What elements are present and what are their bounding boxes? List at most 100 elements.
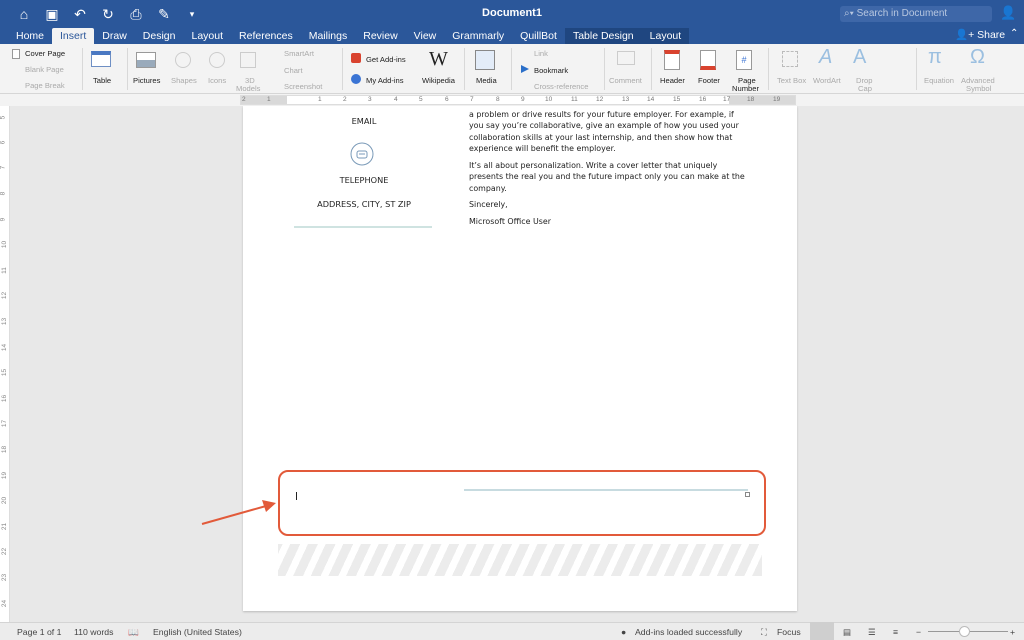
vertical-ruler[interactable]: 5 6 7 8 9 10 11 12 13 14 15 16 17 18 19 … (0, 106, 10, 622)
bookmark-button[interactable]: Bookmark (534, 66, 568, 75)
ruler-label: 19 (773, 96, 781, 103)
tab-view[interactable]: View (406, 28, 445, 44)
advanced-symbol-label-2[interactable]: Symbol (966, 84, 991, 93)
footer-button[interactable]: Footer (698, 76, 720, 85)
bookmark-icon (521, 65, 529, 73)
ruler-right-margin (729, 96, 795, 104)
search-placeholder: Search in Document (856, 8, 948, 19)
my-addins-button[interactable]: My Add-ins (366, 76, 404, 85)
tab-draw[interactable]: Draw (94, 28, 135, 44)
focus-icon: ⛶ (761, 627, 768, 637)
tab-insert[interactable]: Insert (52, 28, 95, 44)
chart-button[interactable]: Chart (284, 66, 303, 75)
link-button[interactable]: Link (534, 49, 548, 58)
ruler-label: 23 (1, 573, 9, 582)
pictures-button[interactable]: Pictures (133, 76, 160, 85)
tab-references[interactable]: References (231, 28, 301, 44)
drop-cap-label-2[interactable]: Cap (858, 84, 872, 93)
signature-text[interactable]: Microsoft Office User (469, 216, 749, 227)
ruler-label: 14 (1, 343, 9, 352)
shapes-button[interactable]: Shapes (171, 76, 197, 85)
ruler-label: 16 (1, 394, 9, 403)
my-addins-icon (351, 74, 361, 84)
zoom-out-button[interactable]: − (916, 627, 921, 637)
print-layout-button[interactable] (810, 622, 834, 640)
tab-mailings[interactable]: Mailings (301, 28, 356, 44)
draft-view-icon[interactable]: ≡ (893, 627, 898, 637)
body-paragraph-1[interactable]: a problem or drive results for your futu… (469, 109, 749, 154)
profile-icon[interactable]: 👤 (1000, 5, 1016, 21)
ruler-label: 7 (0, 165, 7, 170)
ruler-label: 17 (723, 96, 731, 103)
zoom-in-button[interactable]: + (1010, 627, 1015, 637)
3d-models-label-2[interactable]: Models (236, 84, 260, 93)
telephone-icon (350, 142, 374, 166)
ruler-label: 13 (1, 317, 9, 326)
search-input[interactable]: ⌕▾ Search in Document (840, 6, 992, 22)
cover-page-icon (12, 49, 20, 59)
ruler-label: 11 (571, 96, 578, 103)
word-count[interactable]: 110 words (74, 627, 113, 637)
blank-page-button[interactable]: Blank Page (25, 65, 64, 74)
footer-highlight-box[interactable] (278, 470, 766, 536)
pictures-icon (136, 52, 156, 68)
store-icon (351, 53, 361, 63)
web-layout-icon[interactable]: ▤ (843, 627, 851, 638)
get-addins-button[interactable]: Get Add-ins (366, 55, 406, 64)
proofing-icon[interactable]: 📖 (128, 627, 139, 638)
ribbon-tabs: Home Insert Draw Design Layout Reference… (8, 28, 690, 44)
tab-design[interactable]: Design (135, 28, 184, 44)
ruler-label: 5 (419, 96, 423, 103)
cover-page-button[interactable]: Cover Page (25, 49, 65, 58)
tab-grammarly[interactable]: Grammarly (444, 28, 512, 44)
header-icon (664, 50, 680, 70)
address-label[interactable]: ADDRESS, CITY, ST ZIP (296, 199, 432, 209)
addins-status: Add-ins loaded successfully (635, 627, 743, 637)
equation-button[interactable]: Equation (924, 76, 954, 85)
share-button[interactable]: 👤+ Share (955, 28, 1005, 42)
focus-button[interactable]: Focus (777, 627, 801, 637)
ruler-label: 20 (1, 496, 9, 505)
ruler-label: 6 (0, 140, 7, 145)
ruler-label: 18 (1, 445, 9, 454)
collapse-ribbon-icon[interactable]: ⌃ (1010, 28, 1018, 39)
ruler-label: 16 (699, 96, 707, 103)
page-count[interactable]: Page 1 of 1 (17, 627, 61, 637)
ruler-left-margin (241, 96, 287, 104)
tab-table-layout[interactable]: Layout (641, 28, 690, 44)
divider (651, 48, 652, 90)
text-box-button[interactable]: Text Box (777, 76, 806, 85)
horizontal-ruler[interactable]: 2 1 1 2 3 4 5 6 7 8 9 10 11 12 13 14 15 … (240, 95, 796, 105)
ruler-label: 9 (0, 217, 7, 222)
ruler-label: 15 (1, 368, 9, 377)
cross-reference-button[interactable]: Cross-reference (534, 82, 588, 91)
outline-view-icon[interactable]: ☰ (868, 627, 876, 638)
tab-layout[interactable]: Layout (183, 28, 231, 44)
equation-icon: π (928, 46, 942, 68)
screenshot-button[interactable]: Screenshot (284, 82, 322, 91)
page-number-label-2[interactable]: Number (732, 84, 759, 93)
closing-text[interactable]: Sincerely, (469, 199, 749, 210)
wikipedia-button[interactable]: Wikipedia (422, 76, 455, 85)
telephone-label[interactable]: TELEPHONE (296, 175, 432, 185)
header-button[interactable]: Header (660, 76, 685, 85)
symbol-icon: Ω (970, 46, 985, 68)
divider (511, 48, 512, 90)
email-label[interactable]: EMAIL (296, 116, 432, 126)
body-paragraph-2[interactable]: It’s all about personalization. Write a … (469, 160, 749, 194)
ruler-label: 7 (470, 96, 474, 103)
smartart-button[interactable]: SmartArt (284, 49, 314, 58)
zoom-slider-thumb[interactable] (958, 626, 970, 637)
page-break-button[interactable]: Page Break (25, 81, 65, 90)
media-button[interactable]: Media (476, 76, 497, 85)
comment-button[interactable]: Comment (609, 76, 642, 85)
icons-button[interactable]: Icons (208, 76, 226, 85)
ruler-label: 17 (1, 419, 9, 428)
tab-table-design[interactable]: Table Design (564, 28, 642, 44)
wordart-button[interactable]: WordArt (813, 76, 841, 85)
table-button[interactable]: Table (93, 76, 111, 85)
tab-quillbot[interactable]: QuillBot (512, 28, 565, 44)
language[interactable]: English (United States) (153, 627, 242, 637)
tab-review[interactable]: Review (355, 28, 405, 44)
tab-home[interactable]: Home (8, 28, 52, 44)
